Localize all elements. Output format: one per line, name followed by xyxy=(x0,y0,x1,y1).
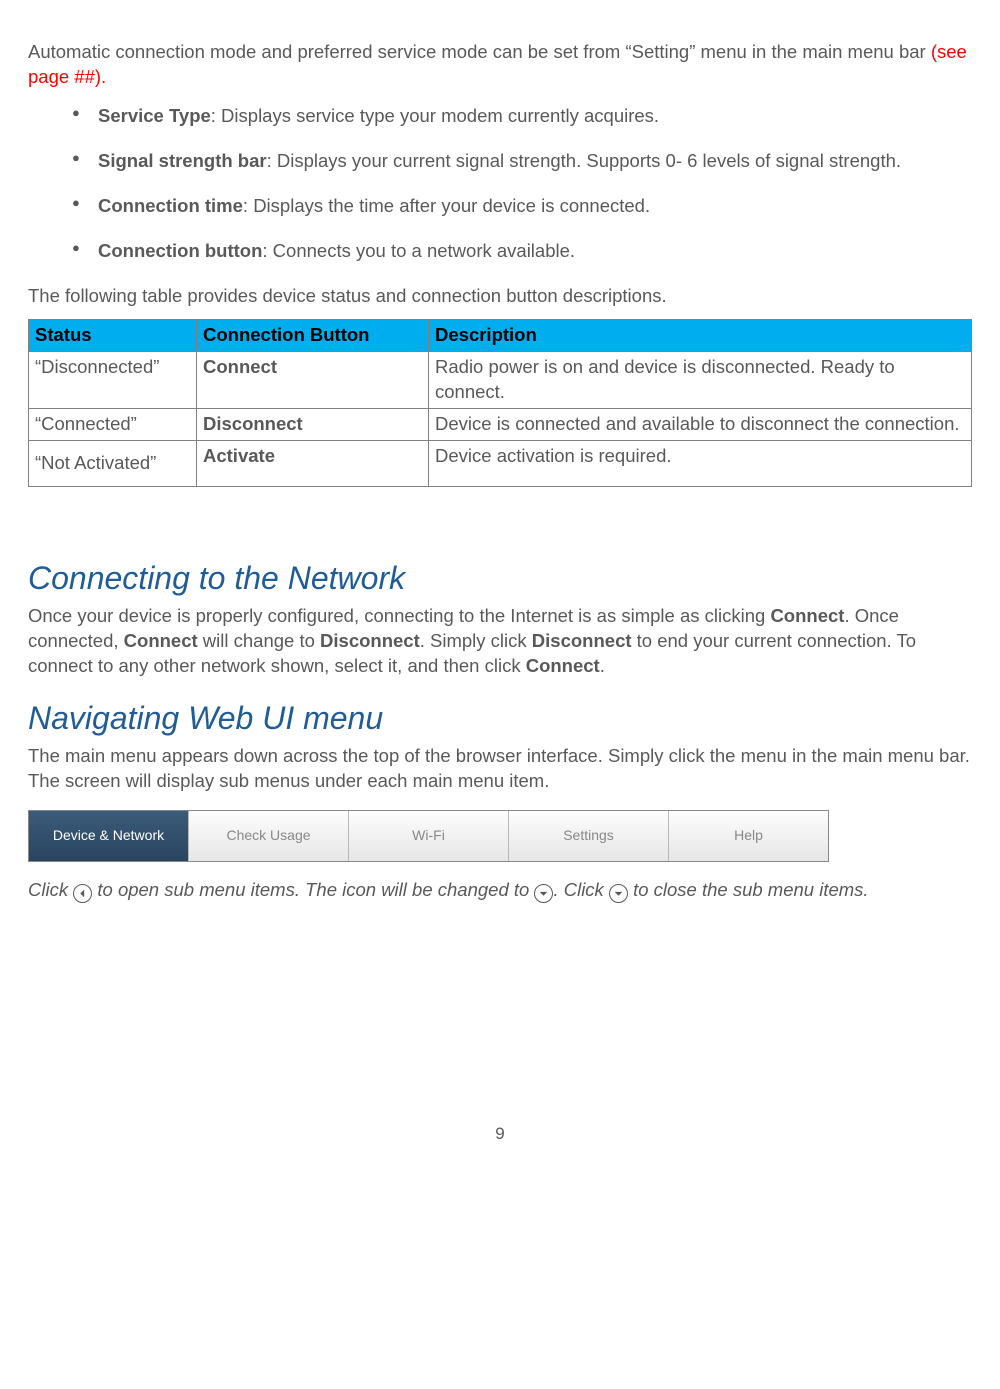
text: to close the sub menu items. xyxy=(633,879,868,900)
intro-paragraph: Automatic connection mode and preferred … xyxy=(28,40,972,90)
text: . xyxy=(600,655,605,676)
nav-device-network[interactable]: Device & Network xyxy=(29,811,189,861)
cell-status: “Not Activated” xyxy=(29,440,197,486)
list-item: Signal strength bar: Displays your curre… xyxy=(28,149,972,174)
text: will change to xyxy=(198,630,320,651)
text: . Simply click xyxy=(420,630,532,651)
page-number: 9 xyxy=(28,1123,972,1146)
connecting-paragraph: Once your device is properly configured,… xyxy=(28,604,972,679)
navigating-paragraph: The main menu appears down across the to… xyxy=(28,744,972,794)
bullet-desc: : Displays your current signal strength.… xyxy=(267,150,901,171)
cell-desc: Device is connected and available to dis… xyxy=(429,408,972,440)
text: Once your device is properly configured,… xyxy=(28,605,770,626)
expand-left-icon xyxy=(73,884,92,903)
nav-help[interactable]: Help xyxy=(669,811,828,861)
th-desc: Description xyxy=(429,319,972,351)
collapse-down-icon xyxy=(609,884,628,903)
status-table: Status Connection Button Description “Di… xyxy=(28,319,972,487)
th-button: Connection Button xyxy=(197,319,429,351)
text: . Click xyxy=(553,879,609,900)
list-item: Connection button: Connects you to a net… xyxy=(28,239,972,264)
table-row: “Disconnected” Connect Radio power is on… xyxy=(29,351,972,408)
table-intro: The following table provides device stat… xyxy=(28,284,972,309)
nav-check-usage[interactable]: Check Usage xyxy=(189,811,349,861)
heading-connecting: Connecting to the Network xyxy=(28,557,972,600)
bullet-label: Signal strength bar xyxy=(98,150,267,171)
bullet-label: Connection time xyxy=(98,195,243,216)
bold: Disconnect xyxy=(532,630,632,651)
bullet-label: Service Type xyxy=(98,105,211,126)
cell-desc: Radio power is on and device is disconne… xyxy=(429,351,972,408)
cell-desc: Device activation is required. xyxy=(429,440,972,486)
intro-text: Automatic connection mode and preferred … xyxy=(28,41,931,62)
bold: Disconnect xyxy=(320,630,420,651)
nav-bar: Device & Network Check Usage Wi-Fi Setti… xyxy=(28,810,829,862)
bullet-desc: : Displays the time after your device is… xyxy=(243,195,650,216)
cell-status: “Disconnected” xyxy=(29,351,197,408)
nav-wifi[interactable]: Wi-Fi xyxy=(349,811,509,861)
cell-button: Activate xyxy=(197,440,429,486)
th-status: Status xyxy=(29,319,197,351)
bullet-desc: : Displays service type your modem curre… xyxy=(211,105,659,126)
bullet-desc: : Connects you to a network available. xyxy=(262,240,575,261)
bullet-label: Connection button xyxy=(98,240,262,261)
heading-navigating: Navigating Web UI menu xyxy=(28,697,972,740)
bold: Connect xyxy=(770,605,844,626)
list-item: Service Type: Displays service type your… xyxy=(28,104,972,129)
table-header-row: Status Connection Button Description xyxy=(29,319,972,351)
bold: Connect xyxy=(526,655,600,676)
text: to open sub menu items. The icon will be… xyxy=(97,879,534,900)
text: Click xyxy=(28,879,73,900)
feature-list: Service Type: Displays service type your… xyxy=(28,104,972,264)
expand-down-icon xyxy=(534,884,553,903)
submenu-note: Click to open sub menu items. The icon w… xyxy=(28,878,972,903)
nav-settings[interactable]: Settings xyxy=(509,811,669,861)
cell-status: “Connected” xyxy=(29,408,197,440)
cell-button: Disconnect xyxy=(197,408,429,440)
table-row: “Connected” Disconnect Device is connect… xyxy=(29,408,972,440)
bold: Connect xyxy=(124,630,198,651)
list-item: Connection time: Displays the time after… xyxy=(28,194,972,219)
table-row: “Not Activated” Activate Device activati… xyxy=(29,440,972,486)
cell-button: Connect xyxy=(197,351,429,408)
